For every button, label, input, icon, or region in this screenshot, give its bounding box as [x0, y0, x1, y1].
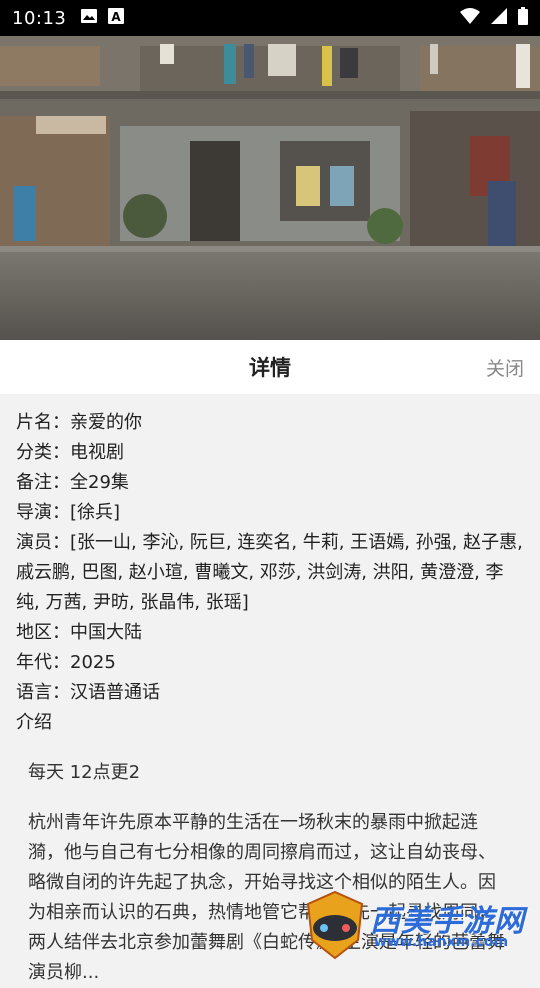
info-label: 演员：	[16, 532, 70, 553]
info-row-cast: 演员：[张一山, 李沁, 阮巨, 连奕名, 牛莉, 王语嫣, 孙强, 赵子惠, …	[16, 528, 524, 618]
info-label: 地区：	[16, 622, 70, 643]
battery-icon	[518, 7, 528, 29]
status-bar: 10:13 A	[0, 0, 540, 36]
info-label: 片名：	[16, 412, 70, 433]
wifi-icon	[460, 7, 480, 29]
info-label: 年代：	[16, 652, 70, 673]
info-label: 导演：	[16, 502, 70, 523]
info-label: 分类：	[16, 442, 70, 463]
page-title: 详情	[249, 356, 291, 380]
info-value: [张一山, 李沁, 阮巨, 连奕名, 牛莉, 王语嫣, 孙强, 赵子惠, 戚云鹏…	[16, 532, 523, 613]
info-value: 电视剧	[70, 442, 124, 463]
site-watermark: 西美手游网 www.hanxm.com	[300, 890, 540, 960]
detail-content: 片名：亲爱的你 分类：电视剧 备注：全29集 导演：[徐兵] 演员：[张一山, …	[0, 394, 540, 983]
signal-icon	[490, 7, 508, 29]
hero-image	[0, 36, 540, 340]
gamepad-logo-icon	[304, 890, 366, 964]
detail-header: 详情 关闭	[0, 340, 540, 394]
info-row-language: 语言：汉语普通话	[16, 678, 524, 708]
info-row-title: 片名：亲爱的你	[16, 408, 524, 438]
status-left-icons: A	[80, 7, 125, 29]
info-label: 语言：	[16, 682, 70, 703]
info-row-director: 导演：[徐兵]	[16, 498, 524, 528]
info-row-region: 地区：中国大陆	[16, 618, 524, 648]
text-a-icon: A	[108, 7, 125, 29]
intro-paragraph: 每天 12点更2	[28, 762, 141, 783]
info-row-note: 备注：全29集	[16, 468, 524, 498]
watermark-url: www.hanxm.com	[374, 934, 509, 950]
svg-text:A: A	[112, 10, 122, 24]
status-time: 10:13	[12, 7, 67, 29]
info-value: 全29集	[70, 472, 129, 493]
info-value: 汉语普通话	[70, 682, 160, 703]
intro-heading: 介绍	[16, 712, 52, 733]
status-right-icons	[460, 0, 528, 36]
image-icon	[80, 7, 98, 29]
info-value: 2025	[70, 652, 116, 673]
info-value: 中国大陆	[70, 622, 142, 643]
close-button[interactable]: 关闭	[486, 354, 524, 381]
info-value: [徐兵]	[70, 502, 121, 523]
info-label: 备注：	[16, 472, 70, 493]
info-row-category: 分类：电视剧	[16, 438, 524, 468]
info-list: 片名：亲爱的你 分类：电视剧 备注：全29集 导演：[徐兵] 演员：[张一山, …	[0, 394, 540, 738]
info-value: 亲爱的你	[70, 412, 142, 433]
info-row-year: 年代：2025	[16, 648, 524, 678]
